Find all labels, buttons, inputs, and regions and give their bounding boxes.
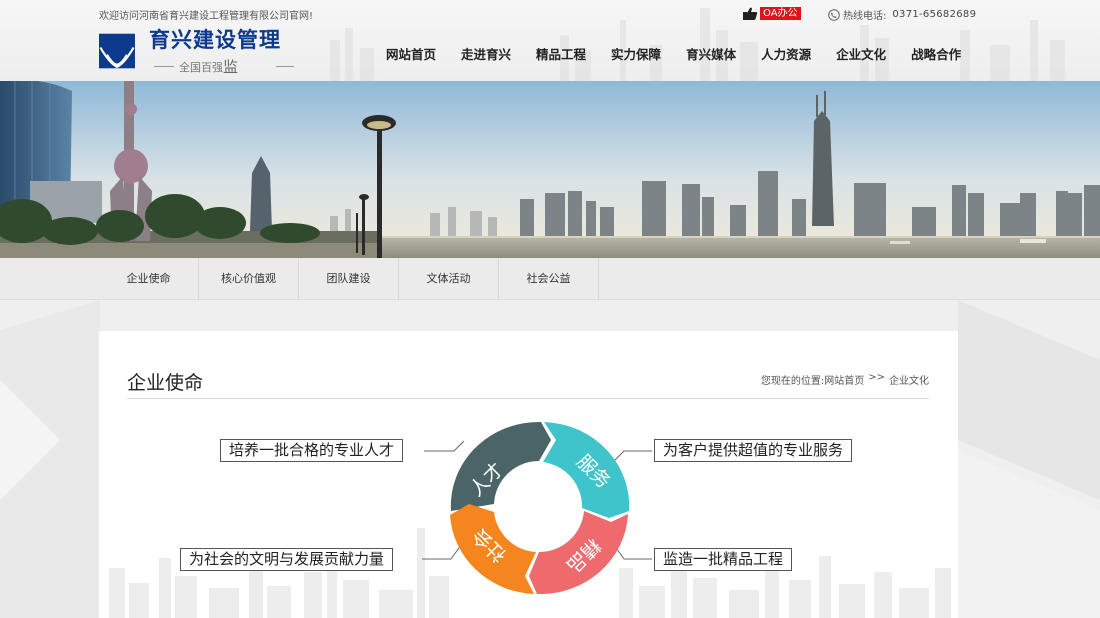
logo-mark-icon <box>99 33 135 69</box>
banner-image <box>0 81 1100 258</box>
mission-society-box: 为社会的文明与发展贡献力量 <box>180 548 394 571</box>
company-logo[interactable]: 育兴建设管理 全国百强 监 <box>99 26 299 76</box>
mission-service-box: 为客户提供超值的专业服务 <box>654 439 853 462</box>
nav-item-home[interactable]: 网站首页 <box>386 44 436 63</box>
nav-item-projects[interactable]: 精品工程 <box>536 44 586 63</box>
nav-item-hr[interactable]: 人力资源 <box>761 44 811 63</box>
subnav-item-public-welfare[interactable]: 社会公益 <box>499 258 599 300</box>
oa-office-link[interactable]: OA办公 <box>742 6 801 21</box>
nav-item-about[interactable]: 走进育兴 <box>461 44 511 63</box>
hotline-label: 热线电话: <box>843 11 887 22</box>
pointing-hand-icon <box>743 7 758 20</box>
mission-cycle-wheel: 人才 服务 精品 社会 <box>450 421 629 595</box>
nav-item-media[interactable]: 育兴媒体 <box>686 44 736 63</box>
phone-icon <box>828 8 840 21</box>
logo-slogan-big: 监 <box>222 58 238 76</box>
subnav-item-mission[interactable]: 企业使命 <box>99 258 199 300</box>
city-skyline-photo <box>0 81 1100 258</box>
logo-slogan: 全国百强 监 <box>149 56 299 77</box>
nav-item-culture[interactable]: 企业文化 <box>836 44 886 63</box>
welcome-text: 欢迎访问河南省育兴建设工程管理有限公司官网! <box>99 11 314 22</box>
logo-name: 育兴建设管理 <box>148 27 281 52</box>
mission-quality-box: 监造一批精品工程 <box>654 548 793 571</box>
nav-item-partnership[interactable]: 战略合作 <box>911 44 961 63</box>
hotline-number: 0371-65682689 <box>892 9 977 20</box>
content-card: 企业使命 您现在的位置: 网站首页 >> 企业文化 培养一批合格的专业人才 为客… <box>99 331 958 618</box>
hotline: 热线电话: 0371-65682689 <box>828 7 976 22</box>
mission-talent-box: 培养一批合格的专业人才 <box>220 439 404 462</box>
nav-item-strength[interactable]: 实力保障 <box>611 44 661 63</box>
logo-slogan-small: 全国百强 <box>178 60 223 74</box>
main-nav: 网站首页 走进育兴 精品工程 实力保障 育兴媒体 人力资源 企业文化 战略合作 <box>386 44 986 63</box>
sub-nav-bar: 企业使命 核心价值观 团队建设 文体活动 社会公益 <box>0 258 1100 300</box>
subnav-item-activities[interactable]: 文体活动 <box>399 258 499 300</box>
subnav-item-core-values[interactable]: 核心价值观 <box>199 258 299 300</box>
site-header: 欢迎访问河南省育兴建设工程管理有限公司官网! OA办公 热线电话: 0371-6… <box>0 0 1100 81</box>
subnav-item-team-building[interactable]: 团队建设 <box>299 258 399 300</box>
oa-label[interactable]: OA办公 <box>760 7 801 20</box>
